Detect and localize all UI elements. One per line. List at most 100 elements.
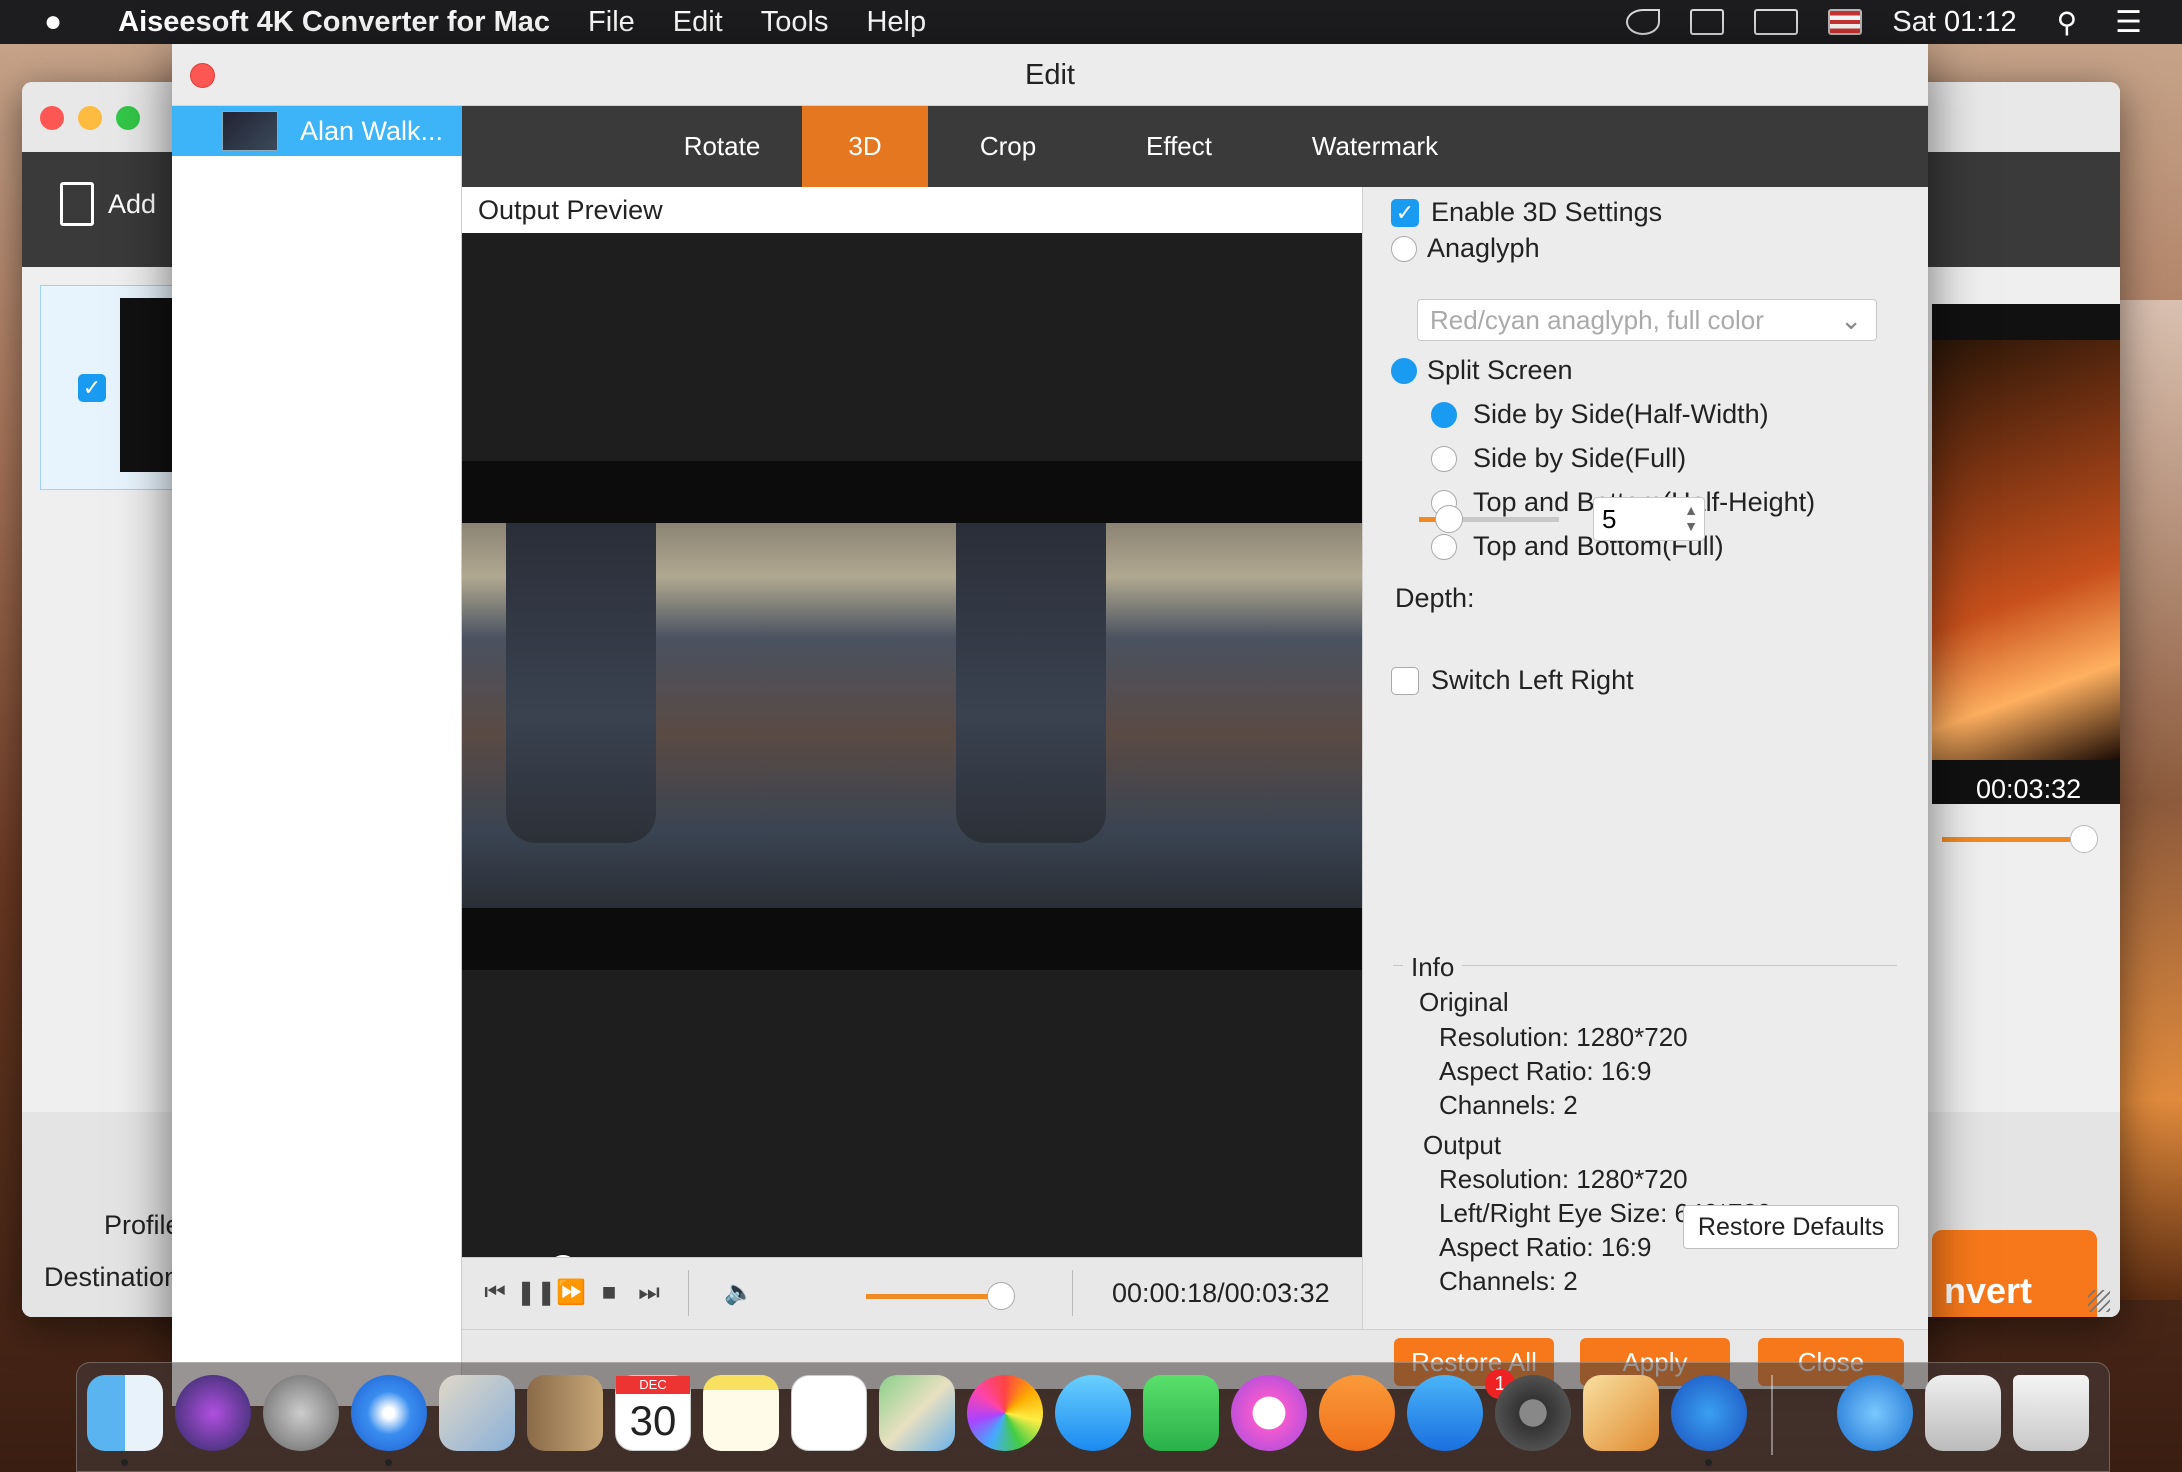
tab-crop[interactable]: Crop: [928, 106, 1088, 187]
file-checkbox[interactable]: ✓: [78, 374, 106, 402]
spotlight-icon[interactable]: ⚲: [2057, 6, 2078, 39]
zoom-icon[interactable]: [116, 106, 140, 130]
depth-stepper[interactable]: 5 ▲ ▼: [1593, 497, 1705, 541]
close-icon[interactable]: [40, 106, 64, 130]
main-volume-track[interactable]: [1942, 837, 2082, 842]
menu-bar: ● Aiseesoft 4K Converter for Mac File Ed…: [0, 0, 2182, 44]
output-resolution: Resolution: 1280*720: [1439, 1164, 1688, 1194]
skip-forward-icon[interactable]: ⏭: [636, 1280, 662, 1306]
minimize-icon[interactable]: [78, 106, 102, 130]
ibooks-icon[interactable]: [1319, 1375, 1395, 1451]
stop-icon[interactable]: ■: [596, 1280, 622, 1306]
depth-label: Depth:: [1395, 583, 1475, 613]
output-preview-label: Output Preview: [462, 187, 1362, 233]
calendar-month: DEC: [616, 1376, 690, 1394]
notes-icon[interactable]: [703, 1375, 779, 1451]
radio-off-icon: [1431, 445, 1457, 472]
app-store-icon[interactable]: [1407, 1375, 1483, 1451]
option-side-by-side-full[interactable]: Side by Side(Full): [1431, 443, 1686, 474]
sidebar-video-item[interactable]: Alan Walk...: [172, 106, 462, 156]
notification-center-icon[interactable]: ☰: [2115, 5, 2142, 40]
enable-3d-checkbox[interactable]: ✓ Enable 3D Settings: [1391, 197, 1662, 228]
siri-icon[interactable]: [175, 1375, 251, 1451]
depth-knob[interactable]: [1435, 505, 1463, 533]
contacts-icon[interactable]: [527, 1375, 603, 1451]
launchpad-icon[interactable]: [263, 1375, 339, 1451]
display-icon[interactable]: [1754, 9, 1799, 35]
skip-back-icon[interactable]: ⏮: [482, 1280, 508, 1306]
info-legend: Info: [1403, 952, 1463, 983]
sketch-icon[interactable]: [1583, 1375, 1659, 1451]
app-menu[interactable]: Aiseesoft 4K Converter for Mac: [118, 6, 550, 39]
original-resolution: Resolution: 1280*720: [1439, 1022, 1688, 1052]
chevron-down-icon: ⌄: [1840, 305, 1862, 335]
status-area: Sat 01:12 ⚲ ☰: [1626, 0, 2182, 44]
finder-icon[interactable]: [87, 1375, 163, 1451]
pause-icon[interactable]: ❚❚: [516, 1280, 556, 1306]
option-side-by-side-half[interactable]: Side by Side(Half-Width): [1431, 399, 1769, 430]
reminders-icon[interactable]: [791, 1375, 867, 1451]
running-indicator: [121, 1459, 128, 1466]
option-label: Side by Side(Full): [1473, 443, 1687, 473]
tab-effect[interactable]: Effect: [1088, 106, 1270, 187]
main-slider-knob[interactable]: [2070, 825, 2098, 853]
downloads-icon[interactable]: [1837, 1375, 1913, 1451]
tab-3d[interactable]: 3D: [802, 106, 928, 187]
add-file-button[interactable]: Add: [60, 182, 156, 226]
right-eye-view: [912, 523, 1362, 908]
checkbox-checked-icon: ✓: [1391, 198, 1419, 227]
radio-on-icon: [1391, 357, 1417, 384]
restore-defaults-button[interactable]: Restore Defaults: [1683, 1205, 1899, 1249]
menu-file[interactable]: File: [588, 6, 635, 39]
menu-help[interactable]: Help: [866, 6, 926, 39]
edit-dialog: Edit Alan Walk... Rotate 3D Crop Effect …: [172, 44, 1928, 1406]
4k-converter-icon[interactable]: [1671, 1375, 1747, 1451]
divider: [688, 1270, 689, 1316]
dialog-close-icon[interactable]: [190, 63, 215, 88]
anaglyph-label: Anaglyph: [1427, 233, 1540, 263]
maps-icon[interactable]: [879, 1375, 955, 1451]
letterbox-bottom: [462, 908, 1362, 970]
video-preview[interactable]: [462, 233, 1362, 1285]
fast-forward-icon[interactable]: ⏩: [556, 1280, 586, 1306]
running-indicator: [385, 1459, 392, 1466]
switch-left-right-label: Switch Left Right: [1431, 665, 1634, 695]
clock[interactable]: Sat 01:12: [1892, 6, 2016, 39]
trash-icon[interactable]: [2013, 1375, 2089, 1451]
us-flag-icon[interactable]: [1828, 9, 1863, 35]
airplay-icon[interactable]: [1690, 9, 1725, 35]
messages-icon[interactable]: [1055, 1375, 1131, 1451]
photos-icon[interactable]: [967, 1375, 1043, 1451]
anaglyph-dropdown[interactable]: Red/cyan anaglyph, full color ⌄: [1417, 299, 1877, 341]
option-label: Side by Side(Half-Width): [1473, 399, 1769, 429]
enable-3d-label: Enable 3D Settings: [1431, 197, 1663, 227]
figure-shape: [506, 523, 656, 843]
main-preview: [1932, 304, 2120, 804]
depth-value: 5: [1602, 504, 1617, 534]
volume-icon[interactable]: 🔈: [724, 1280, 754, 1306]
volume-knob[interactable]: [987, 1282, 1015, 1310]
3d-settings-panel: ✓ Enable 3D Settings Anaglyph Red/cyan a…: [1362, 187, 1928, 1329]
output-aspect: Aspect Ratio: 16:9: [1439, 1232, 1652, 1262]
location-icon[interactable]: [1626, 9, 1661, 35]
edit-sidebar: Alan Walk...: [172, 106, 462, 1406]
volume-slider[interactable]: [866, 1294, 1002, 1299]
convert-button[interactable]: nvert: [1932, 1230, 2097, 1317]
calendar-icon[interactable]: DEC 30: [615, 1375, 691, 1451]
system-preferences-icon[interactable]: [1495, 1375, 1571, 1451]
tab-rotate[interactable]: Rotate: [642, 106, 802, 187]
resize-grip-icon[interactable]: [2088, 1290, 2110, 1312]
switch-left-right-checkbox[interactable]: Switch Left Right: [1391, 665, 1634, 696]
menu-edit[interactable]: Edit: [673, 6, 723, 39]
stepper-arrows-icon[interactable]: ▲ ▼: [1684, 502, 1698, 534]
split-screen-radio[interactable]: Split Screen: [1391, 355, 1573, 386]
mail-icon[interactable]: [439, 1375, 515, 1451]
itunes-icon[interactable]: [1231, 1375, 1307, 1451]
tab-watermark[interactable]: Watermark: [1270, 106, 1480, 187]
archive-icon[interactable]: [1925, 1375, 2001, 1451]
menu-tools[interactable]: Tools: [761, 6, 829, 39]
apple-icon[interactable]: ●: [44, 5, 62, 39]
anaglyph-radio[interactable]: Anaglyph: [1391, 233, 1540, 264]
facetime-icon[interactable]: [1143, 1375, 1219, 1451]
safari-icon[interactable]: [351, 1375, 427, 1451]
